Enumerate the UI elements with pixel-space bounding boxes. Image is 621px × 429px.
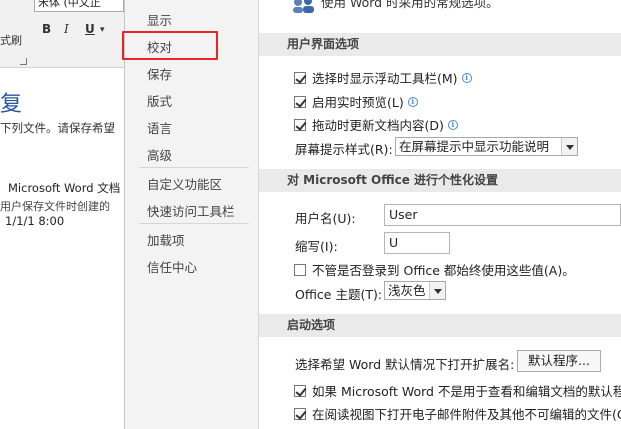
startup-options-header: 启动选项 xyxy=(259,314,621,337)
info-icon: i xyxy=(407,96,418,107)
nav-divider xyxy=(139,223,249,224)
dialog-launcher-icon[interactable] xyxy=(20,58,27,65)
nav-item-add-ins[interactable]: 加载项 xyxy=(147,230,185,249)
info-icon: i xyxy=(447,119,458,130)
document-recovery-description: 下列文件。请保存希望 xyxy=(0,121,115,135)
recovered-file-desc: 用户保存文件时创建的 xyxy=(0,200,110,213)
email-reading-view-option[interactable]: 在阅读视图下打开电子邮件附件及其他不可编辑的文件(O) xyxy=(294,404,621,423)
drag-update-label: 拖动时更新文档内容(D) xyxy=(312,118,444,133)
info-icon: i xyxy=(461,72,472,83)
always-use-checkbox[interactable] xyxy=(294,263,306,276)
screentip-style-label: 屏幕提示样式(R): xyxy=(295,142,393,157)
chevron-down-icon xyxy=(429,282,445,299)
bold-button[interactable]: B xyxy=(42,22,51,36)
live-preview-option[interactable]: 启用实时预览(L) i xyxy=(294,92,418,111)
office-theme-label: Office 主题(T): xyxy=(295,287,383,302)
nav-item-display[interactable]: 显示 xyxy=(147,10,172,29)
document-background: 宋体 (中文正 B I U ▾ 式刷 复 下列文件。请保存希望 Microsof… xyxy=(0,0,124,429)
options-content: 使用 Word 时采用的常规选项。 用户界面选项 选择时显示浮动工具栏(M) i… xyxy=(259,0,621,429)
minitoolbar-label: 选择时显示浮动工具栏(M) xyxy=(312,71,458,86)
italic-button[interactable]: I xyxy=(64,22,69,36)
username-label: 用户名(U): xyxy=(295,211,356,226)
initials-label: 缩写(I): xyxy=(295,239,338,254)
underline-button[interactable]: U xyxy=(85,22,95,36)
font-name-combo[interactable]: 宋体 (中文正 xyxy=(34,0,124,12)
nav-divider xyxy=(139,167,249,168)
format-painter-button[interactable]: 式刷 xyxy=(0,32,22,48)
recovered-file-item[interactable]: Microsoft Word 文档 用户保存文件时创建的 1/1/1 8:00 xyxy=(0,178,124,234)
email-reading-view-label: 在阅读视图下打开电子邮件附件及其他不可编辑的文件(O) xyxy=(312,407,621,422)
nav-item-trust-center[interactable]: 信任中心 xyxy=(147,257,197,276)
nav-item-advanced[interactable]: 高级 xyxy=(147,145,172,164)
general-intro-text: 使用 Word 时采用的常规选项。 xyxy=(321,0,499,10)
screentip-style-select[interactable]: 在屏幕提示中显示功能说明 xyxy=(395,137,578,156)
options-nav: 显示 校对 保存 版式 语言 高级 自定义功能区 快速访问工具栏 加载项 信任中… xyxy=(124,0,259,429)
ribbon-strip: 宋体 (中文正 B I U ▾ 式刷 xyxy=(0,0,124,68)
tell-default-checkbox[interactable] xyxy=(294,384,306,397)
live-preview-label: 启用实时预览(L) xyxy=(312,95,404,110)
nav-item-language[interactable]: 语言 xyxy=(147,118,172,137)
office-theme-value: 浅灰色 xyxy=(388,283,426,298)
nav-item-customize-ribbon[interactable]: 自定义功能区 xyxy=(147,174,222,193)
chevron-down-icon xyxy=(561,138,577,155)
office-theme-select[interactable]: 浅灰色 xyxy=(384,281,446,300)
word-options-screen: 宋体 (中文正 B I U ▾ 式刷 复 下列文件。请保存希望 Microsof… xyxy=(0,0,621,429)
always-use-label: 不管是否登录到 Office 都始终使用这些值(A)。 xyxy=(312,263,575,278)
minitoolbar-option[interactable]: 选择时显示浮动工具栏(M) i xyxy=(294,68,472,87)
initials-input[interactable]: U xyxy=(384,232,450,254)
screentip-style-value: 在屏幕提示中显示功能说明 xyxy=(399,139,550,154)
general-options-icon xyxy=(293,0,314,13)
username-input[interactable]: User xyxy=(384,204,621,226)
always-use-option[interactable]: 不管是否登录到 Office 都始终使用这些值(A)。 xyxy=(294,260,575,279)
ui-options-header: 用户界面选项 xyxy=(259,33,621,56)
nav-item-save[interactable]: 保存 xyxy=(147,64,172,83)
personalize-header: 对 Microsoft Office 进行个性化设置 xyxy=(259,169,621,192)
nav-item-quick-access-toolbar[interactable]: 快速访问工具栏 xyxy=(147,201,235,220)
minitoolbar-checkbox[interactable] xyxy=(294,71,306,84)
tell-default-label: 如果 Microsoft Word 不是用于查看和编辑文档的默认程 xyxy=(312,384,621,399)
nav-item-layout[interactable]: 版式 xyxy=(147,91,172,110)
drag-update-checkbox[interactable] xyxy=(294,118,306,131)
tell-default-option[interactable]: 如果 Microsoft Word 不是用于查看和编辑文档的默认程 xyxy=(294,381,621,400)
recovered-file-time: 1/1/1 8:00 xyxy=(5,214,65,228)
default-programs-label: 选择希望 Word 默认情况下打开扩展名: xyxy=(295,357,515,372)
email-reading-view-checkbox[interactable] xyxy=(294,407,306,420)
document-recovery-title: 复 xyxy=(0,92,23,117)
underline-dropdown-icon[interactable]: ▾ xyxy=(100,25,105,35)
default-programs-button[interactable]: 默认程序... xyxy=(517,350,601,372)
red-highlight-box xyxy=(122,31,218,60)
drag-update-option[interactable]: 拖动时更新文档内容(D) i xyxy=(294,115,458,134)
live-preview-checkbox[interactable] xyxy=(294,95,306,108)
recovered-file-name: Microsoft Word 文档 xyxy=(8,181,121,195)
